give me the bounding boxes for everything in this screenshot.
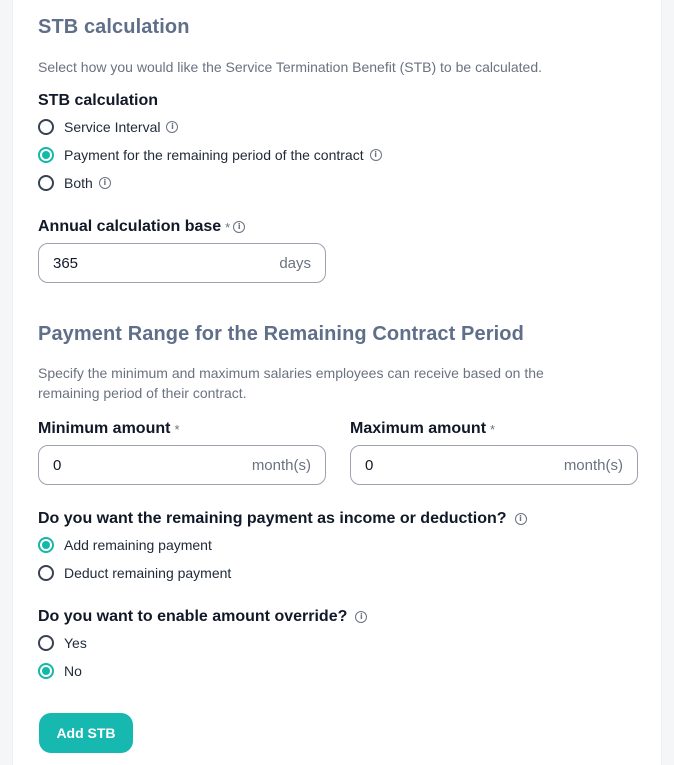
radio-add-remaining[interactable]: Add remaining payment [38, 535, 212, 555]
radio-deduct-remaining[interactable]: Deduct remaining payment [38, 563, 231, 583]
stb-calculation-label: STB calculation [38, 92, 158, 110]
radio-indicator[interactable] [38, 635, 54, 651]
info-icon[interactable]: i [369, 149, 382, 161]
minimum-amount-input[interactable]: 0 month(s) [38, 445, 326, 485]
stb-calculation-label-text: STB calculation [38, 92, 159, 109]
radio-indicator[interactable] [38, 147, 54, 163]
override-question: Do you want to enable amount override? i [38, 608, 368, 626]
income-deduction-question-text: Do you want the remaining payment as inc… [38, 510, 507, 527]
annual-base-value[interactable]: 365 [53, 255, 279, 272]
stb-section-description: Select how you would like the Service Te… [38, 59, 542, 75]
radio-label: Deduct remaining payment [64, 565, 232, 581]
radio-label: Yes [64, 635, 87, 651]
info-icon[interactable]: i [98, 177, 111, 189]
annual-base-label: Annual calculation base * i [38, 218, 246, 236]
info-icon[interactable]: i [355, 611, 368, 623]
annual-base-label-text: Annual calculation base [38, 218, 222, 235]
stb-section-heading: STB calculation [38, 16, 190, 38]
income-deduction-question: Do you want the remaining payment as inc… [38, 510, 527, 528]
annual-base-input[interactable]: 365 days [38, 243, 326, 283]
payment-range-description: Specify the minimum and maximum salaries… [38, 363, 544, 403]
radio-override-no[interactable]: No [38, 661, 82, 681]
radio-indicator[interactable] [38, 537, 54, 553]
maximum-amount-label: Maximum amount * [350, 420, 495, 438]
radio-label: Service Interval [64, 119, 161, 135]
minimum-amount-label-text: Minimum amount [38, 420, 171, 437]
radio-override-yes[interactable]: Yes [38, 633, 87, 653]
annual-base-unit: days [279, 254, 311, 272]
required-asterisk: * [225, 219, 231, 235]
required-asterisk: * [174, 421, 180, 437]
radio-label: Add remaining payment [64, 537, 212, 553]
override-question-text: Do you want to enable amount override? [38, 608, 348, 625]
info-icon[interactable]: i [166, 121, 179, 133]
info-icon[interactable]: i [233, 221, 246, 233]
maximum-amount-input[interactable]: 0 month(s) [350, 445, 638, 485]
radio-both[interactable]: Both i [38, 173, 111, 193]
payment-range-description-line1: Specify the minimum and maximum salaries… [38, 365, 544, 381]
payment-range-heading: Payment Range for the Remaining Contract… [38, 323, 524, 345]
radio-indicator[interactable] [38, 565, 54, 581]
radio-service-interval[interactable]: Service Interval i [38, 117, 179, 137]
maximum-amount-label-text: Maximum amount [350, 420, 487, 437]
minimum-amount-label: Minimum amount * [38, 420, 180, 438]
add-stb-button[interactable]: Add STB [39, 713, 133, 753]
info-icon[interactable]: i [514, 513, 527, 525]
radio-label: Both [64, 175, 93, 191]
radio-indicator[interactable] [38, 663, 54, 679]
payment-range-description-line2: remaining period of their contract. [38, 385, 247, 401]
minimum-amount-unit: month(s) [251, 456, 311, 474]
radio-label: No [64, 663, 82, 679]
radio-label: Payment for the remaining period of the … [64, 147, 364, 163]
radio-remaining-period[interactable]: Payment for the remaining period of the … [38, 145, 382, 165]
radio-indicator[interactable] [38, 119, 54, 135]
required-asterisk: * [490, 421, 496, 437]
stb-settings-card: STB calculation Select how you would lik… [12, 0, 662, 765]
maximum-amount-unit: month(s) [563, 456, 623, 474]
minimum-amount-value[interactable]: 0 [53, 457, 252, 474]
maximum-amount-value[interactable]: 0 [365, 457, 564, 474]
radio-indicator[interactable] [38, 175, 54, 191]
